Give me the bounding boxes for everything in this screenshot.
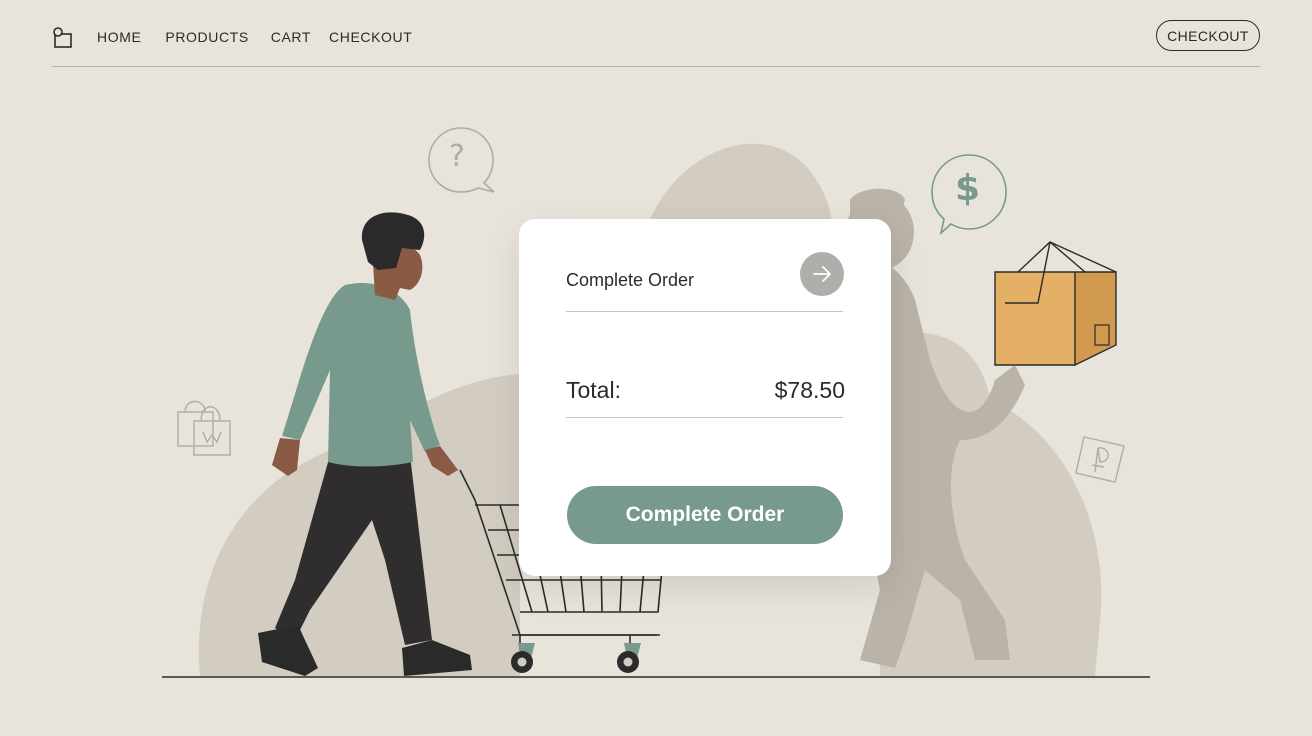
nav-products-link[interactable]: PRODUCTS xyxy=(165,29,248,45)
divider xyxy=(566,417,843,418)
package-box-icon xyxy=(994,241,1117,367)
order-card: Complete Order Total: $78.50 Complete Or… xyxy=(519,219,891,576)
total-value: $78.50 xyxy=(774,377,845,403)
price-tag-icon xyxy=(1075,436,1125,483)
card-title: Complete Order xyxy=(566,270,695,290)
complete-order-button[interactable]: Complete Order xyxy=(567,486,843,544)
nav-checkout-link[interactable]: CHECKOUT xyxy=(329,29,412,45)
top-navigation: HOME PRODUCTS CART CHECKOUT CHECKOUT xyxy=(52,0,1260,67)
divider xyxy=(566,311,843,312)
question-mark-text: ? xyxy=(449,139,465,174)
total-label: Total: xyxy=(566,377,621,403)
checkout-button[interactable]: CHECKOUT xyxy=(1156,20,1260,51)
next-arrow-button[interactable] xyxy=(800,252,844,296)
arrow-right-icon xyxy=(813,266,831,282)
dollar-sign-text: $ xyxy=(955,168,981,209)
nav-cart-link[interactable]: CART xyxy=(271,29,311,45)
nav-home-link[interactable]: HOME xyxy=(97,29,141,45)
nav-links: HOME PRODUCTS CART CHECKOUT xyxy=(97,29,436,45)
logo-icon[interactable] xyxy=(52,27,74,49)
shopping-bags-icon xyxy=(177,400,231,456)
